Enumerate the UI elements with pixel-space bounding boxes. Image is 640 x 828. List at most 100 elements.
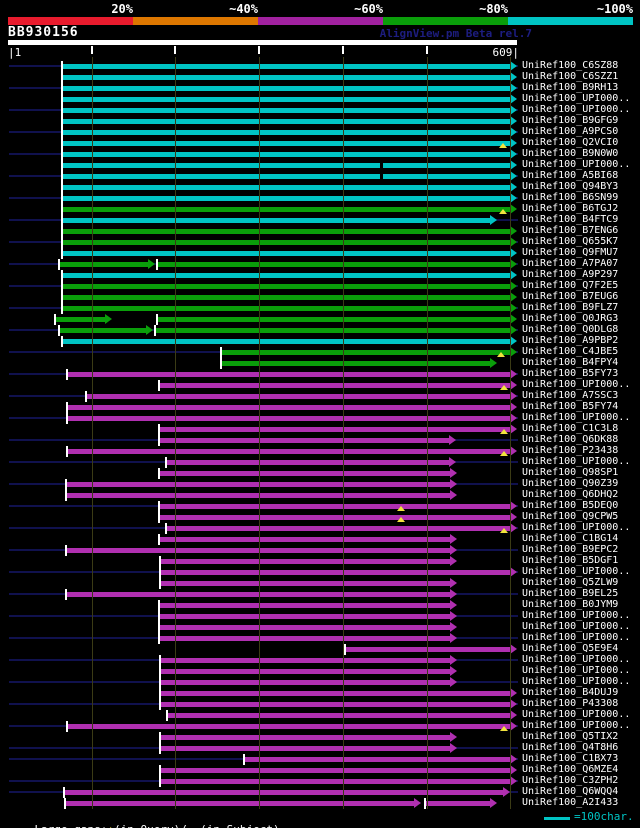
hit-label[interactable]: UniRef100_B5DEQ0 [522,500,618,511]
segment-start-tick [61,149,64,160]
hit-label[interactable]: UniRef100_Q5ZLW9 [522,577,618,588]
hit-label[interactable]: UniRef100_Q6MZE4 [522,764,618,775]
hit-label[interactable]: UniRef100_C1C3L8 [522,423,618,434]
hit-label[interactable]: UniRef100_B6TGJ2 [522,203,618,214]
hit-label[interactable]: UniRef100_UPI000.. [522,654,630,665]
hit-label[interactable]: UniRef100_UPI000.. [522,93,630,104]
segment-end-arrow-icon [449,732,457,742]
alignment-bar [66,449,511,454]
gridline-100char [91,57,93,809]
hit-label[interactable]: UniRef100_UPI000.. [522,665,630,676]
hit-label[interactable]: UniRef100_UPI000.. [522,720,630,731]
hit-label[interactable]: UniRef100_B9GFG9 [522,115,618,126]
hit-label[interactable]: UniRef100_B9FLZ7 [522,302,618,313]
segment-end-arrow-icon [449,622,457,632]
alignment-bar [158,625,451,630]
alignment-bar [158,515,511,520]
hit-label[interactable]: UniRef100_C1BX73 [522,753,618,764]
hit-label[interactable]: UniRef100_B5DGF1 [522,555,618,566]
hit-label[interactable]: UniRef100_UPI000.. [522,632,630,643]
hit-label[interactable]: UniRef100_B6SN99 [522,192,618,203]
hit-label[interactable]: UniRef100_Q6DK88 [522,434,618,445]
segment-start-tick [61,204,64,215]
query-sequence-bar [8,40,517,45]
alignment-bar [160,735,451,740]
hit-label[interactable]: UniRef100_B4FPY4 [522,357,618,368]
hit-label[interactable]: UniRef100_UPI000.. [522,610,630,621]
segment-start-tick [61,182,64,193]
segment-start-tick [61,193,64,204]
hit-label[interactable]: UniRef100_Q655K7 [522,236,618,247]
hit-label[interactable]: UniRef100_P23438 [522,445,618,456]
hit-label[interactable]: UniRef100_UPI000.. [522,456,630,467]
segment-start-tick [61,336,64,347]
gap-legend-prefix: Large gaps: [35,823,108,828]
hit-label[interactable]: UniRef100_Q5TIX2 [522,731,618,742]
hit-label[interactable]: UniRef100_B9EPC2 [522,544,618,555]
hit-label[interactable]: UniRef100_UPI000.. [522,159,630,170]
alignment-bar [62,306,511,311]
segment-start-tick [61,116,64,127]
hit-label[interactable]: UniRef100_C3ZPH2 [522,775,618,786]
hit-label[interactable]: UniRef100_UPI000.. [522,676,630,687]
hit-label[interactable]: UniRef100_UPI000.. [522,379,630,390]
hit-label[interactable]: UniRef100_Q4T8H6 [522,742,618,753]
hit-label[interactable]: UniRef100_B0JYM9 [522,599,618,610]
alignment-bar [345,647,511,652]
hit-label[interactable]: UniRef100_B5FY74 [522,401,618,412]
hit-label[interactable]: UniRef100_B4FTC9 [522,214,618,225]
hit-label[interactable]: UniRef100_B7EUG6 [522,291,618,302]
alignment-bar [62,130,511,135]
hit-label[interactable]: UniRef100_Q0DLG8 [522,324,618,335]
hit-label[interactable]: UniRef100_UPI000.. [522,522,630,533]
hit-label[interactable]: UniRef100_B4DUJ9 [522,687,618,698]
hit-label[interactable]: UniRef100_P43308 [522,698,618,709]
hit-label[interactable]: UniRef100_C4JBE5 [522,346,618,357]
hit-label[interactable]: UniRef100_A5BI68 [522,170,618,181]
hit-label[interactable]: UniRef100_B9RH13 [522,82,618,93]
hit-label[interactable]: UniRef100_B9EL25 [522,588,618,599]
segment-start-tick [159,556,162,567]
hit-label[interactable]: UniRef100_A2I433 [522,797,618,808]
gap-in-query-marker-icon [500,429,509,434]
hit-label[interactable]: UniRef100_Q2VCI0 [522,137,618,148]
hit-label[interactable]: UniRef100_Q6DHQ2 [522,489,618,500]
segment-start-tick [61,105,64,116]
hit-label[interactable]: UniRef100_Q94BY3 [522,181,618,192]
hit-label[interactable]: UniRef100_C6SZ88 [522,60,618,71]
gap-in-subject-marker-icon [380,174,384,179]
hit-label[interactable]: UniRef100_Q5E9E4 [522,643,618,654]
hit-label[interactable]: UniRef100_A7SSC3 [522,390,618,401]
hit-label[interactable]: UniRef100_UPI000.. [522,412,630,423]
hit-label[interactable]: UniRef100_Q9CPW5 [522,511,618,522]
alignment-bar [62,174,511,179]
hit-label[interactable]: UniRef100_UPI000.. [522,621,630,632]
hit-label[interactable]: UniRef100_Q98SP1 [522,467,618,478]
segment-end-arrow-icon [449,468,457,478]
hit-label[interactable]: UniRef100_C6SZZ1 [522,71,618,82]
hit-label[interactable]: UniRef100_Q0JRG3 [522,313,618,324]
hit-label[interactable]: UniRef100_Q7F2E5 [522,280,618,291]
segment-end-arrow-icon [449,490,457,500]
hit-label[interactable]: UniRef100_Q9FMU7 [522,247,618,258]
hit-label[interactable]: UniRef100_A9PCS0 [522,126,618,137]
scale-label-20: 20% [111,2,133,16]
hit-label[interactable]: UniRef100_UPI000.. [522,104,630,115]
gridline-100char [510,57,512,809]
segment-start-tick [159,688,162,699]
hit-label[interactable]: UniRef100_A9P297 [522,269,618,280]
hit-label[interactable]: UniRef100_A7PA07 [522,258,618,269]
hit-label[interactable]: UniRef100_Q6WQQ4 [522,786,618,797]
gap-legend: Large gaps:▲(in Query)/- (in Subject) [8,810,280,828]
hit-label[interactable]: UniRef100_B7ENG6 [522,225,618,236]
alignment-bar [62,97,511,102]
hit-label[interactable]: UniRef100_B9N0W0 [522,148,618,159]
hit-label[interactable]: UniRef100_UPI000.. [522,566,630,577]
ruler-tick [90,46,93,54]
hit-label[interactable]: UniRef100_Q90Z39 [522,478,618,489]
segment-start-tick [157,424,160,435]
hit-label[interactable]: UniRef100_C1BG14 [522,533,618,544]
hit-label[interactable]: UniRef100_A9PBP2 [522,335,618,346]
hit-label[interactable]: UniRef100_B5FY73 [522,368,618,379]
hit-label[interactable]: UniRef100_UPI000.. [522,709,630,720]
